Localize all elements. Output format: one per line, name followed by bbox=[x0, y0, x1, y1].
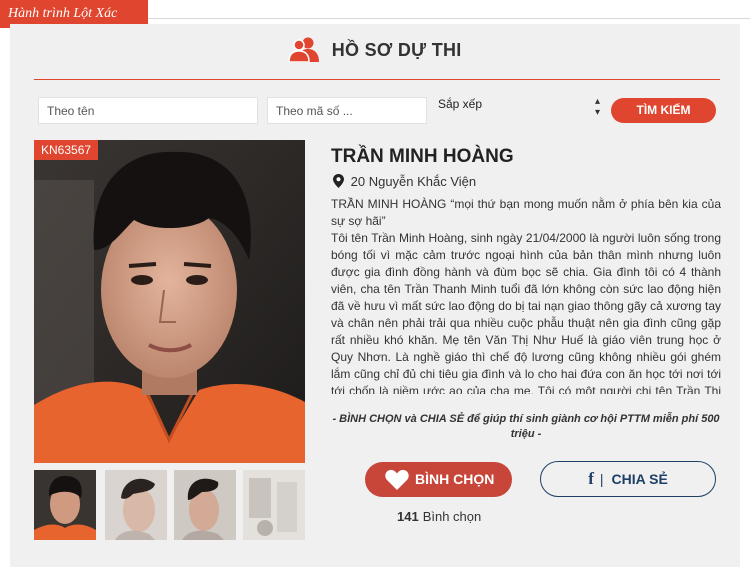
sort-select-label: Sắp xếp bbox=[438, 97, 483, 111]
call-to-action: - BÌNH CHỌN và CHIA SẺ để giúp thí sinh … bbox=[332, 413, 720, 440]
contestant-bio: TRẦN MINH HOÀNG “mọi thứ bạn mong muốn n… bbox=[331, 196, 721, 394]
map-pin-icon bbox=[333, 174, 344, 188]
bio-quote: TRẦN MINH HOÀNG “mọi thứ bạn mong muốn n… bbox=[331, 197, 721, 228]
thumbnail-image bbox=[34, 470, 96, 540]
contestant-code-badge: KN63567 bbox=[34, 140, 99, 160]
page-title-text: HỒ SƠ DỰ THI bbox=[331, 40, 462, 60]
thumbnail-image bbox=[174, 470, 236, 540]
vote-count: 141 Bình chọn bbox=[397, 509, 481, 524]
photo-thumbnail[interactable] bbox=[243, 470, 305, 540]
vote-count-label: Bình chọn bbox=[422, 509, 482, 524]
code-search-input[interactable] bbox=[267, 97, 427, 124]
title-underline bbox=[34, 79, 720, 80]
facebook-icon: f bbox=[588, 469, 594, 488]
chevron-updown-icon: ▴ ▾ bbox=[594, 96, 600, 118]
vote-count-number: 141 bbox=[397, 509, 419, 524]
share-button-label: CHIA SẺ bbox=[611, 471, 668, 487]
bio-text: Tôi tên Trần Minh Hoàng, sinh ngày 21/04… bbox=[331, 231, 721, 394]
sort-select[interactable]: Sắp xếp ▴ ▾ bbox=[438, 96, 602, 118]
photo-thumbnail[interactable] bbox=[105, 470, 167, 540]
search-button[interactable]: TÌM KIẾM bbox=[611, 98, 716, 123]
address-text: 20 Nguyễn Khắc Viện bbox=[350, 174, 477, 189]
contestant-name: TRẦN MINH HOÀNG bbox=[331, 146, 514, 167]
heart-icon bbox=[385, 469, 409, 490]
vote-button[interactable]: BÌNH CHỌN bbox=[365, 462, 512, 497]
profile-photo[interactable] bbox=[34, 140, 305, 463]
share-divider: | bbox=[599, 471, 604, 487]
thumbnail-image bbox=[243, 470, 305, 540]
contestant-address: 20 Nguyễn Khắc Viện bbox=[333, 174, 476, 189]
page-title: HỒ SƠ DỰ THI bbox=[0, 36, 750, 62]
thumbnail-image bbox=[105, 470, 167, 540]
name-search-input[interactable] bbox=[38, 97, 258, 124]
photo-thumbnail[interactable] bbox=[174, 470, 236, 540]
users-icon bbox=[288, 37, 320, 62]
portrait-image bbox=[34, 140, 305, 463]
photo-thumbnail[interactable] bbox=[34, 470, 96, 540]
share-button[interactable]: f | CHIA SẺ bbox=[540, 461, 716, 497]
vote-button-label: BÌNH CHỌN bbox=[415, 471, 495, 487]
